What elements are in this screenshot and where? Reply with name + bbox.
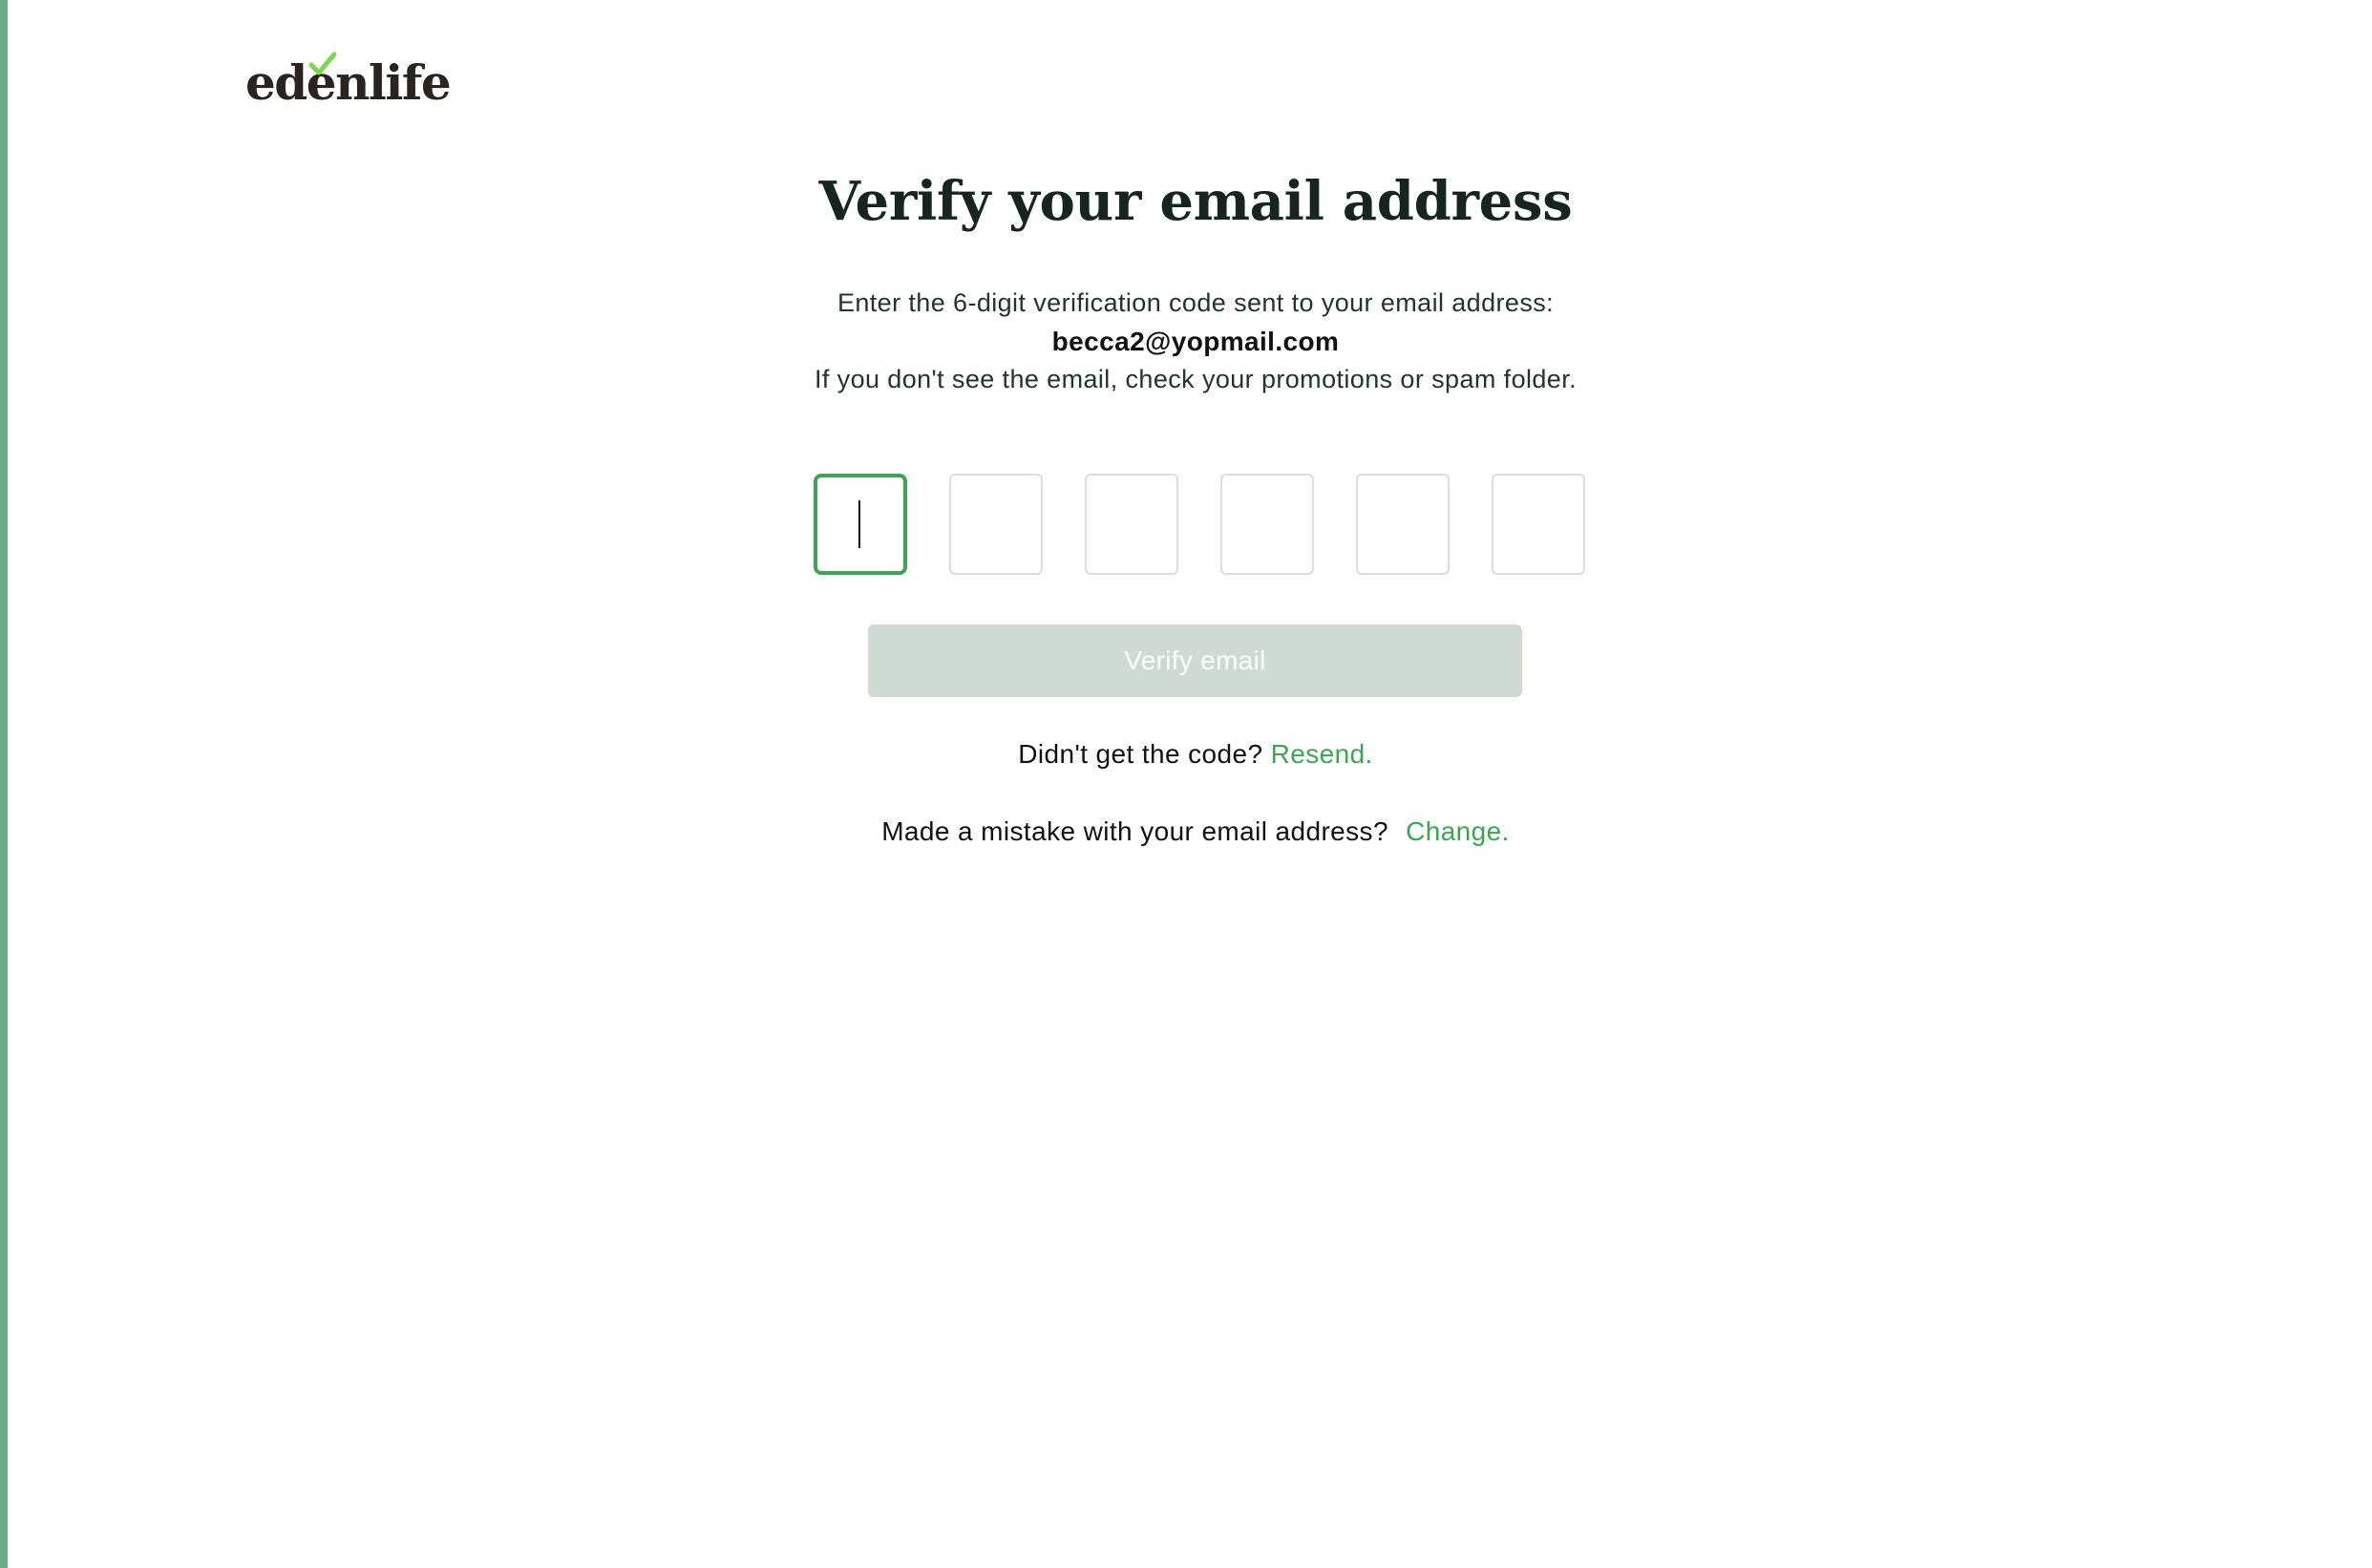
text-cursor [858, 500, 860, 548]
code-digit-4-input[interactable] [1220, 474, 1314, 575]
change-email-prompt: Made a mistake with your email address? [881, 816, 1388, 846]
verification-code-inputs [814, 474, 1585, 579]
email-address: becca2@yopmail.com [1051, 327, 1340, 356]
verify-email-panel: Verify your email address Enter the 6-di… [0, 0, 2372, 1568]
code-digit-1-input[interactable] [814, 474, 907, 575]
code-digit-3-input[interactable] [1085, 474, 1178, 575]
resend-link[interactable]: Resend. [1271, 739, 1373, 769]
code-digit-5-input[interactable] [1356, 474, 1450, 575]
resend-row: Didn't get the code? Resend. [0, 739, 2372, 770]
instruction-text: Enter the 6-digit verification code sent… [837, 288, 1555, 317]
code-digit-2-input[interactable] [949, 474, 1043, 575]
change-email-row: Made a mistake with your email address? … [0, 816, 2372, 847]
resend-prompt: Didn't get the code? [1018, 739, 1263, 769]
spam-hint-text: If you don't see the email, check your p… [814, 365, 1578, 393]
verify-email-button[interactable]: Verify email [868, 625, 1522, 697]
change-email-link[interactable]: Change. [1406, 816, 1510, 846]
page-title: Verify your email address [818, 170, 1573, 233]
code-digit-6-input[interactable] [1492, 474, 1585, 575]
